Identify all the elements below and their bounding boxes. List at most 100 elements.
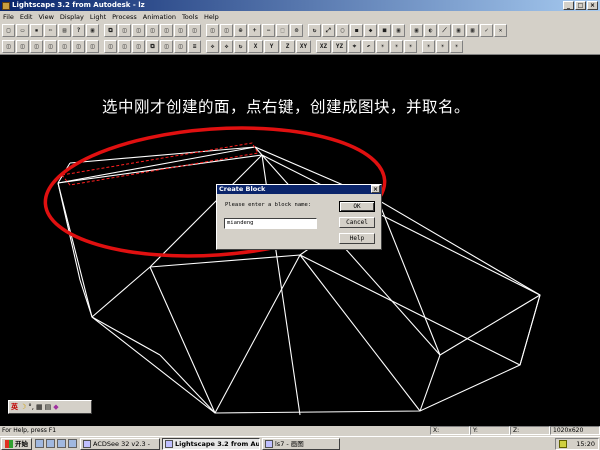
zoom-all-icon[interactable]: ⊙ [290, 23, 303, 37]
move-icon[interactable]: ✥ [220, 39, 233, 53]
cancel-button[interactable]: Cancel [339, 217, 375, 228]
axis-xz-button[interactable]: XZ [316, 39, 331, 53]
menu-edit[interactable]: Edit [17, 13, 36, 21]
snap-icon[interactable]: ⌖ [348, 39, 361, 53]
grid-icon[interactable]: ▤ [45, 403, 52, 411]
view-icon[interactable]: ◫ [188, 23, 201, 37]
paint-icon[interactable]: ◐ [424, 23, 437, 37]
axis-x-button[interactable]: X [248, 39, 263, 53]
menu-file[interactable]: File [0, 13, 17, 21]
box-icon[interactable]: ▣ [410, 23, 423, 37]
comma-icon[interactable]: °, [28, 403, 34, 411]
task-lightscape[interactable]: Lightscape 3.2 from Auto... [162, 437, 260, 450]
copy-icon[interactable]: ⧉ [146, 39, 159, 53]
light-icon[interactable]: ☀ [436, 39, 449, 53]
close-button[interactable]: × [587, 1, 598, 10]
dialog-close-button[interactable]: × [371, 185, 380, 193]
rotate-icon[interactable]: ↻ [308, 23, 321, 37]
view-icon[interactable]: ◫ [58, 39, 71, 53]
ok-icon[interactable]: ✓ [480, 23, 493, 37]
new-icon[interactable]: □ [2, 23, 15, 37]
ok-button[interactable]: OK [339, 201, 375, 212]
view-icon[interactable]: ◫ [118, 39, 131, 53]
light-icon[interactable]: ☀ [450, 39, 463, 53]
keyboard-icon[interactable]: ▦ [36, 403, 43, 411]
fill-icon[interactable]: ◼ [350, 23, 363, 37]
minimize-button[interactable]: _ [563, 1, 574, 10]
outlook-icon[interactable] [57, 439, 66, 448]
menu-tools[interactable]: Tools [179, 13, 201, 21]
ime-language[interactable]: 英 [11, 402, 18, 412]
print-icon[interactable]: ▤ [58, 23, 71, 37]
desktop-icon[interactable] [46, 439, 55, 448]
grid-icon[interactable]: ▦ [466, 23, 479, 37]
light-icon[interactable]: ☀ [422, 39, 435, 53]
ie-icon[interactable] [35, 439, 44, 448]
view-icon[interactable]: ◫ [118, 23, 131, 37]
axis-z-button[interactable]: Z [280, 39, 295, 53]
zoom-icon[interactable]: ⊕ [234, 23, 247, 37]
axis-xy-button[interactable]: XY [296, 39, 311, 53]
maximize-button[interactable]: □ [575, 1, 586, 10]
save-icon[interactable]: ▪ [30, 23, 43, 37]
menu-process[interactable]: Process [109, 13, 140, 21]
zoom-box-icon[interactable]: ⬚ [276, 23, 289, 37]
view-icon[interactable]: ◫ [16, 39, 29, 53]
view-icon[interactable]: ◫ [206, 23, 219, 37]
view-icon[interactable]: ◫ [174, 23, 187, 37]
task-acdsee[interactable]: ACDSee 32 v2.3 - [80, 437, 160, 450]
menu-help[interactable]: Help [201, 13, 222, 21]
view-icon[interactable]: ◫ [86, 39, 99, 53]
block-icon[interactable]: ▣ [86, 23, 99, 37]
menu-display[interactable]: Display [57, 13, 87, 21]
view-icon[interactable]: ◫ [160, 23, 173, 37]
help-button[interactable]: Help [339, 233, 375, 244]
view-icon[interactable]: ◫ [174, 39, 187, 53]
axis-yz-button[interactable]: YZ [332, 39, 347, 53]
ime-bar[interactable]: 英 ☽ °, ▦ ▤ ◆ [8, 400, 92, 414]
task-paint[interactable]: ls7 - 画图 [262, 437, 340, 450]
zoom-ext-icon[interactable]: ⤢ [322, 23, 335, 37]
solid-icon[interactable]: ■ [378, 23, 391, 37]
view-icon[interactable]: ◫ [72, 39, 85, 53]
palette-icon[interactable]: ◆ [53, 403, 58, 411]
menu-view[interactable]: View [35, 13, 56, 21]
shade-icon[interactable]: ◆ [364, 23, 377, 37]
start-button[interactable]: 开始 [1, 437, 32, 450]
select-icon[interactable]: ▢ [336, 23, 349, 37]
light-icon[interactable]: ☀ [376, 39, 389, 53]
open-icon[interactable]: ▭ [16, 23, 29, 37]
zoom-in-icon[interactable]: + [248, 23, 261, 37]
rotate-icon[interactable]: ↻ [234, 39, 247, 53]
tray-icon[interactable] [559, 439, 567, 448]
wire-icon[interactable]: ⟋ [438, 23, 451, 37]
menu-animation[interactable]: Animation [140, 13, 179, 21]
help-icon[interactable]: ? [72, 23, 85, 37]
view-icon[interactable]: ◫ [44, 39, 57, 53]
moon-icon[interactable]: ☽ [20, 403, 26, 411]
zoom-out-icon[interactable]: − [262, 23, 275, 37]
undo-icon[interactable]: ↶ [362, 39, 375, 53]
box-icon[interactable]: ▣ [452, 23, 465, 37]
view-icon[interactable]: ◫ [2, 39, 15, 53]
menu-light[interactable]: Light [87, 13, 109, 21]
block-name-input[interactable]: miandeng [224, 218, 317, 229]
copy-icon[interactable]: ⧉ [104, 23, 117, 37]
light-icon[interactable]: ☀ [390, 39, 403, 53]
view-icon[interactable]: ◫ [132, 39, 145, 53]
view-icon[interactable]: ◫ [104, 39, 117, 53]
move-icon[interactable]: ✥ [206, 39, 219, 53]
view-icon[interactable]: ◫ [132, 23, 145, 37]
dialog-title-bar: Create Block × [217, 185, 381, 194]
axis-y-button[interactable]: Y [264, 39, 279, 53]
media-icon[interactable] [68, 439, 77, 448]
light-icon[interactable]: ☀ [404, 39, 417, 53]
view-icon[interactable]: ◫ [146, 23, 159, 37]
close-icon[interactable]: ✕ [494, 23, 507, 37]
view-icon[interactable]: ◫ [220, 23, 233, 37]
view-icon[interactable]: ◫ [30, 39, 43, 53]
layer-icon[interactable]: ≡ [188, 39, 201, 53]
cut-icon[interactable]: ✂ [44, 23, 57, 37]
box-icon[interactable]: ▣ [392, 23, 405, 37]
view-icon[interactable]: ◫ [160, 39, 173, 53]
